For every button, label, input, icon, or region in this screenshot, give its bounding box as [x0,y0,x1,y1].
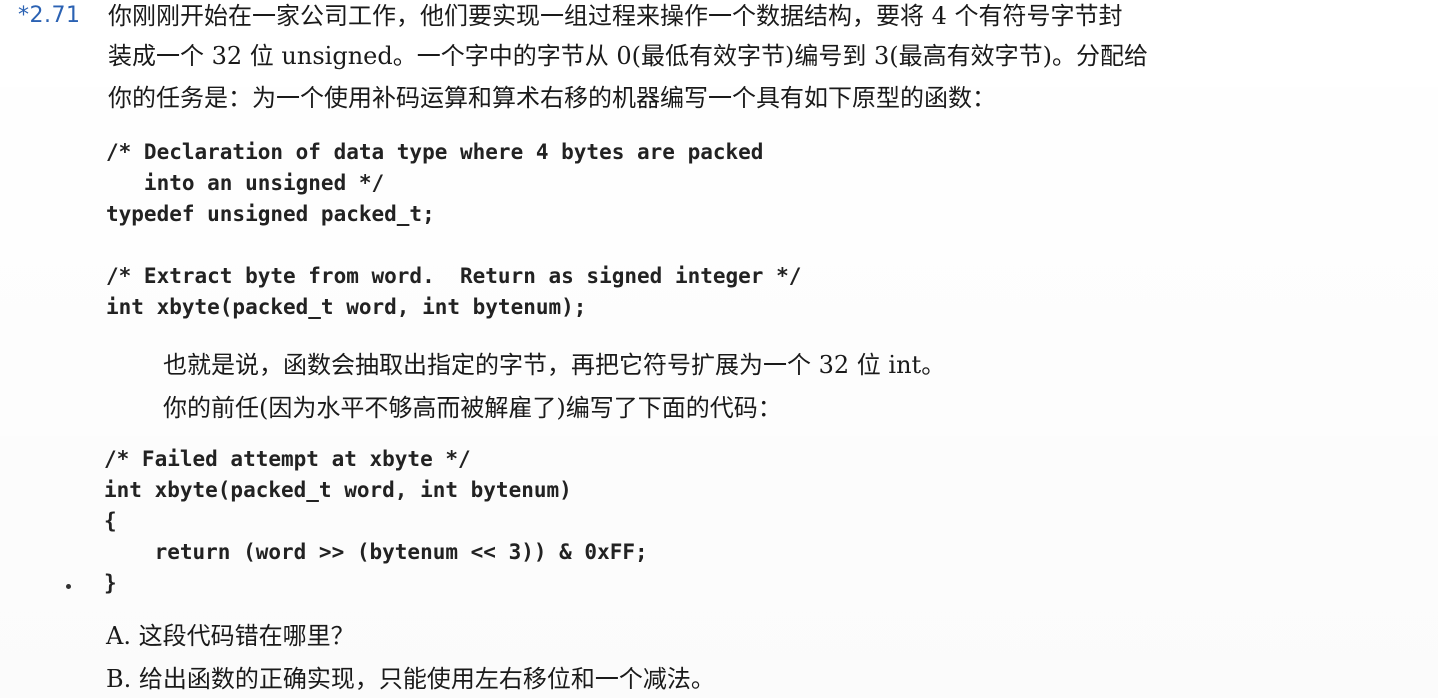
question-b: B. 给出函数的正确实现，只能使用左右移位和一个减法。 [106,665,715,693]
intro-line-3: 你的任务是：为一个使用补码运算和算术右移的机器编写一个具有如下原型的函数： [108,84,996,112]
scan-dot-mark [66,584,71,589]
explanation-line-2: 你的前任(因为水平不够高而被解雇了)编写了下面的代码： [163,394,782,422]
question-a: A. 这段代码错在哪里？ [106,622,355,650]
prototype-code-block: /* Declaration of data type where 4 byte… [106,140,802,319]
textbook-page: *2.71 你刚刚开始在一家公司工作，他们要实现一组过程来操作一个数据结构，要将… [0,0,1438,698]
intro-line-2: 装成一个 32 位 unsigned。一个字中的字节从 0(最低有效字节)编号到… [108,42,1148,70]
explanation-line-1: 也就是说，函数会抽取出指定的字节，再把它符号扩展为一个 32 位 int。 [163,351,946,379]
intro-line-1: 你刚刚开始在一家公司工作，他们要实现一组过程来操作一个数据结构，要将 4 个有符… [108,2,1123,30]
problem-number: *2.71 [18,3,81,28]
failed-attempt-code-block: /* Failed attempt at xbyte */ int xbyte(… [104,447,648,595]
